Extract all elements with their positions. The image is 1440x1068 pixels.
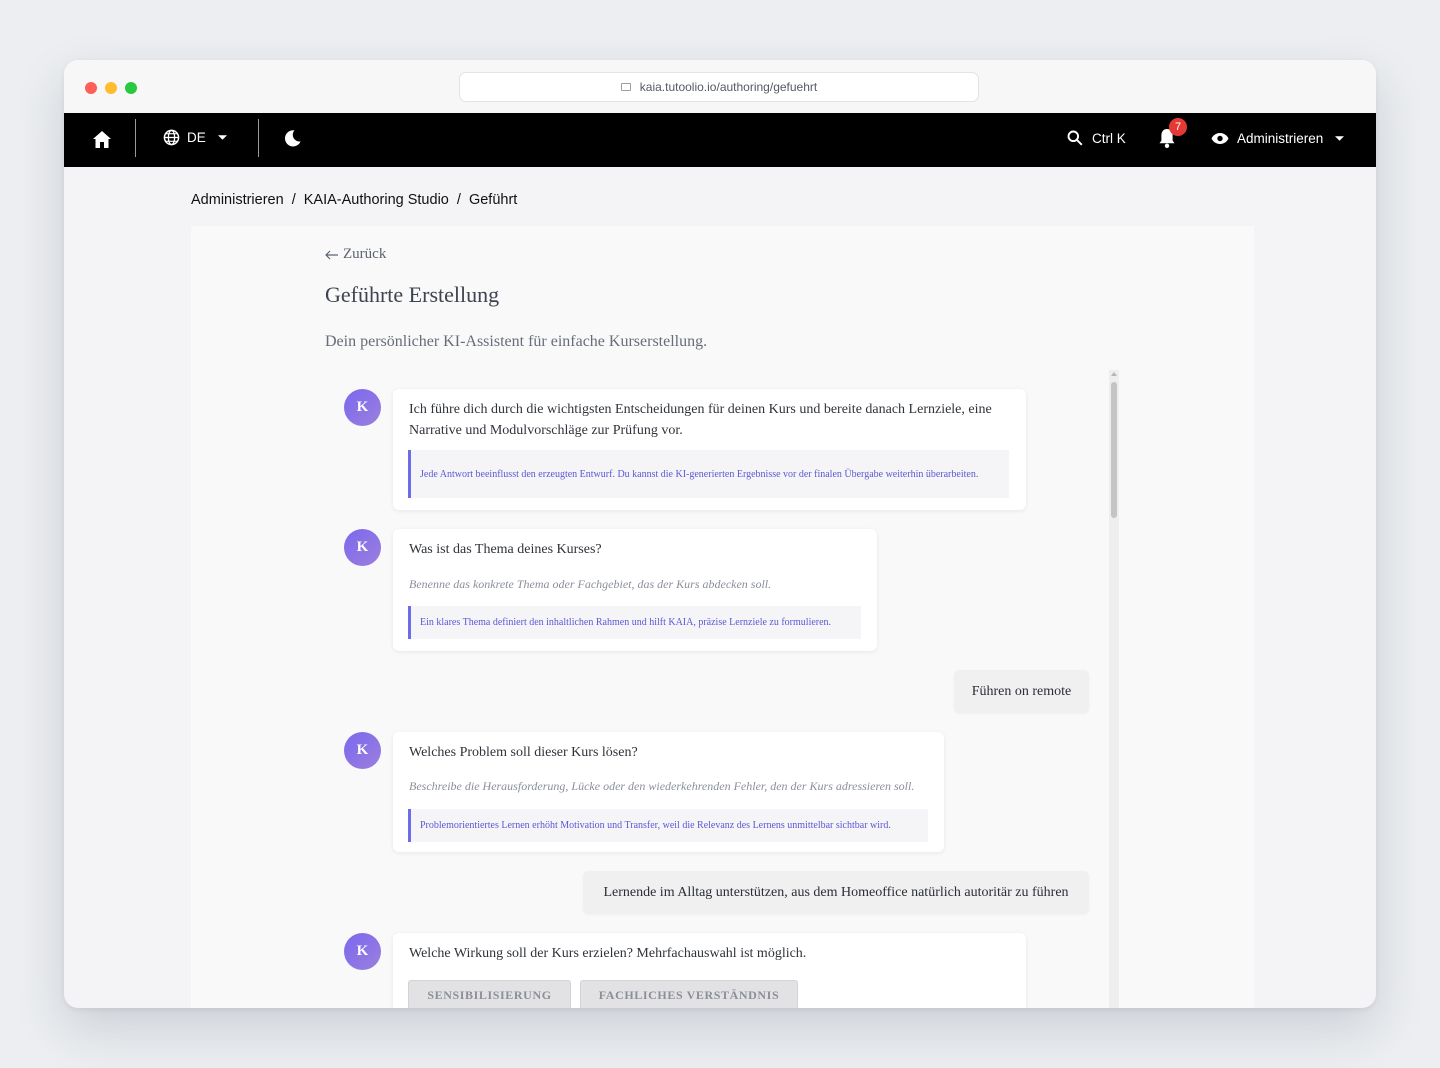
close-window-button[interactable] xyxy=(85,82,97,94)
caret-down-icon xyxy=(217,135,227,140)
question-text: Welche Wirkung soll der Kurs erzielen? M… xyxy=(409,946,807,961)
search-button[interactable]: Ctrl K xyxy=(1067,130,1126,146)
scroll-thumb[interactable] xyxy=(1111,382,1117,518)
back-label: Zurück xyxy=(343,246,387,262)
home-button[interactable] xyxy=(92,130,112,149)
search-icon xyxy=(1067,130,1083,146)
question-text: Was ist das Thema deines Kurses? xyxy=(409,542,602,557)
breadcrumb-separator: / xyxy=(291,192,296,208)
option-fachliches-verstaendnis-button[interactable]: FACHLICHES VERSTÄNDNIS xyxy=(580,980,798,1008)
user-reply: Lernende im Alltag unterstützen, aus dem… xyxy=(583,871,1089,914)
caret-down-icon xyxy=(1335,136,1345,141)
arrow-left-icon xyxy=(325,250,338,259)
assistant-avatar: K xyxy=(344,389,381,426)
message-note: Jede Antwort beeinflusst den erzeugten E… xyxy=(408,450,1009,498)
option-sensibilisierung-button[interactable]: SENSIBILISIERUNG xyxy=(408,980,571,1008)
moon-icon xyxy=(284,130,301,147)
breadcrumb-item-admin[interactable]: Administrieren xyxy=(191,192,284,208)
page-icon xyxy=(620,83,631,91)
user-reply: Führen on remote xyxy=(954,670,1089,713)
content-panel: Zurück Geführte Erstellung Dein persönli… xyxy=(191,226,1254,1008)
browser-chrome: kaia.tutoolio.io/authoring/gefuehrt xyxy=(64,60,1376,113)
question-card-impact: Welche Wirkung soll der Kurs erzielen? M… xyxy=(393,933,1026,1008)
search-shortcut: Ctrl K xyxy=(1092,130,1126,146)
breadcrumb-item-studio[interactable]: KAIA-Authoring Studio xyxy=(304,192,449,208)
assistant-avatar: K xyxy=(344,529,381,566)
assistant-message: Ich führe dich durch die wichtigsten Ent… xyxy=(393,389,1026,510)
back-link[interactable]: Zurück xyxy=(325,246,386,263)
home-icon xyxy=(93,131,111,148)
assistant-avatar: K xyxy=(344,933,381,970)
minimize-window-button[interactable] xyxy=(105,82,117,94)
top-navigation: DE Ctrl K 7 Administrieren xyxy=(64,113,1376,167)
maximize-window-button[interactable] xyxy=(125,82,137,94)
eye-icon xyxy=(1211,133,1229,144)
message-text: Ich führe dich durch die wichtigsten Ent… xyxy=(409,402,992,438)
user-menu-label: Administrieren xyxy=(1237,131,1324,146)
notification-badge: 7 xyxy=(1169,118,1187,136)
question-text: Welches Problem soll dieser Kurs lösen? xyxy=(409,745,638,760)
globe-icon xyxy=(163,129,180,146)
language-label: DE xyxy=(187,130,206,145)
breadcrumb-item-current: Geführt xyxy=(468,192,518,208)
assistant-avatar: K xyxy=(344,732,381,769)
question-hint: Benenne das konkrete Thema oder Fachgebi… xyxy=(409,577,772,591)
question-hint: Beschreibe die Herausforderung, Lücke od… xyxy=(409,779,915,793)
theme-toggle-button[interactable] xyxy=(283,129,302,148)
user-menu-button[interactable]: Administrieren xyxy=(1211,131,1345,146)
address-bar[interactable]: kaia.tutoolio.io/authoring/gefuehrt xyxy=(459,72,979,102)
breadcrumb: Administrieren / KAIA-Authoring Studio /… xyxy=(191,192,521,208)
page-title: Geführte Erstellung xyxy=(325,282,500,307)
url-text: kaia.tutoolio.io/authoring/gefuehrt xyxy=(639,80,818,94)
message-note: Problemorientiertes Lernen erhöht Motiva… xyxy=(408,809,928,842)
chat-scrollbar[interactable] xyxy=(1109,370,1119,1008)
page-subtitle: Dein persönlicher KI-Assistent für einfa… xyxy=(325,333,708,350)
browser-window: kaia.tutoolio.io/authoring/gefuehrt DE C… xyxy=(64,60,1376,1008)
language-selector[interactable]: DE xyxy=(163,129,227,146)
scroll-up-icon xyxy=(1111,372,1117,376)
nav-divider xyxy=(258,119,259,157)
question-card-topic: Was ist das Thema deines Kurses? Benenne… xyxy=(393,529,877,651)
nav-divider xyxy=(135,119,136,157)
question-card-problem: Welches Problem soll dieser Kurs lösen? … xyxy=(393,732,944,852)
breadcrumb-separator: / xyxy=(456,192,461,208)
message-note: Ein klares Thema definiert den inhaltlic… xyxy=(408,606,861,639)
